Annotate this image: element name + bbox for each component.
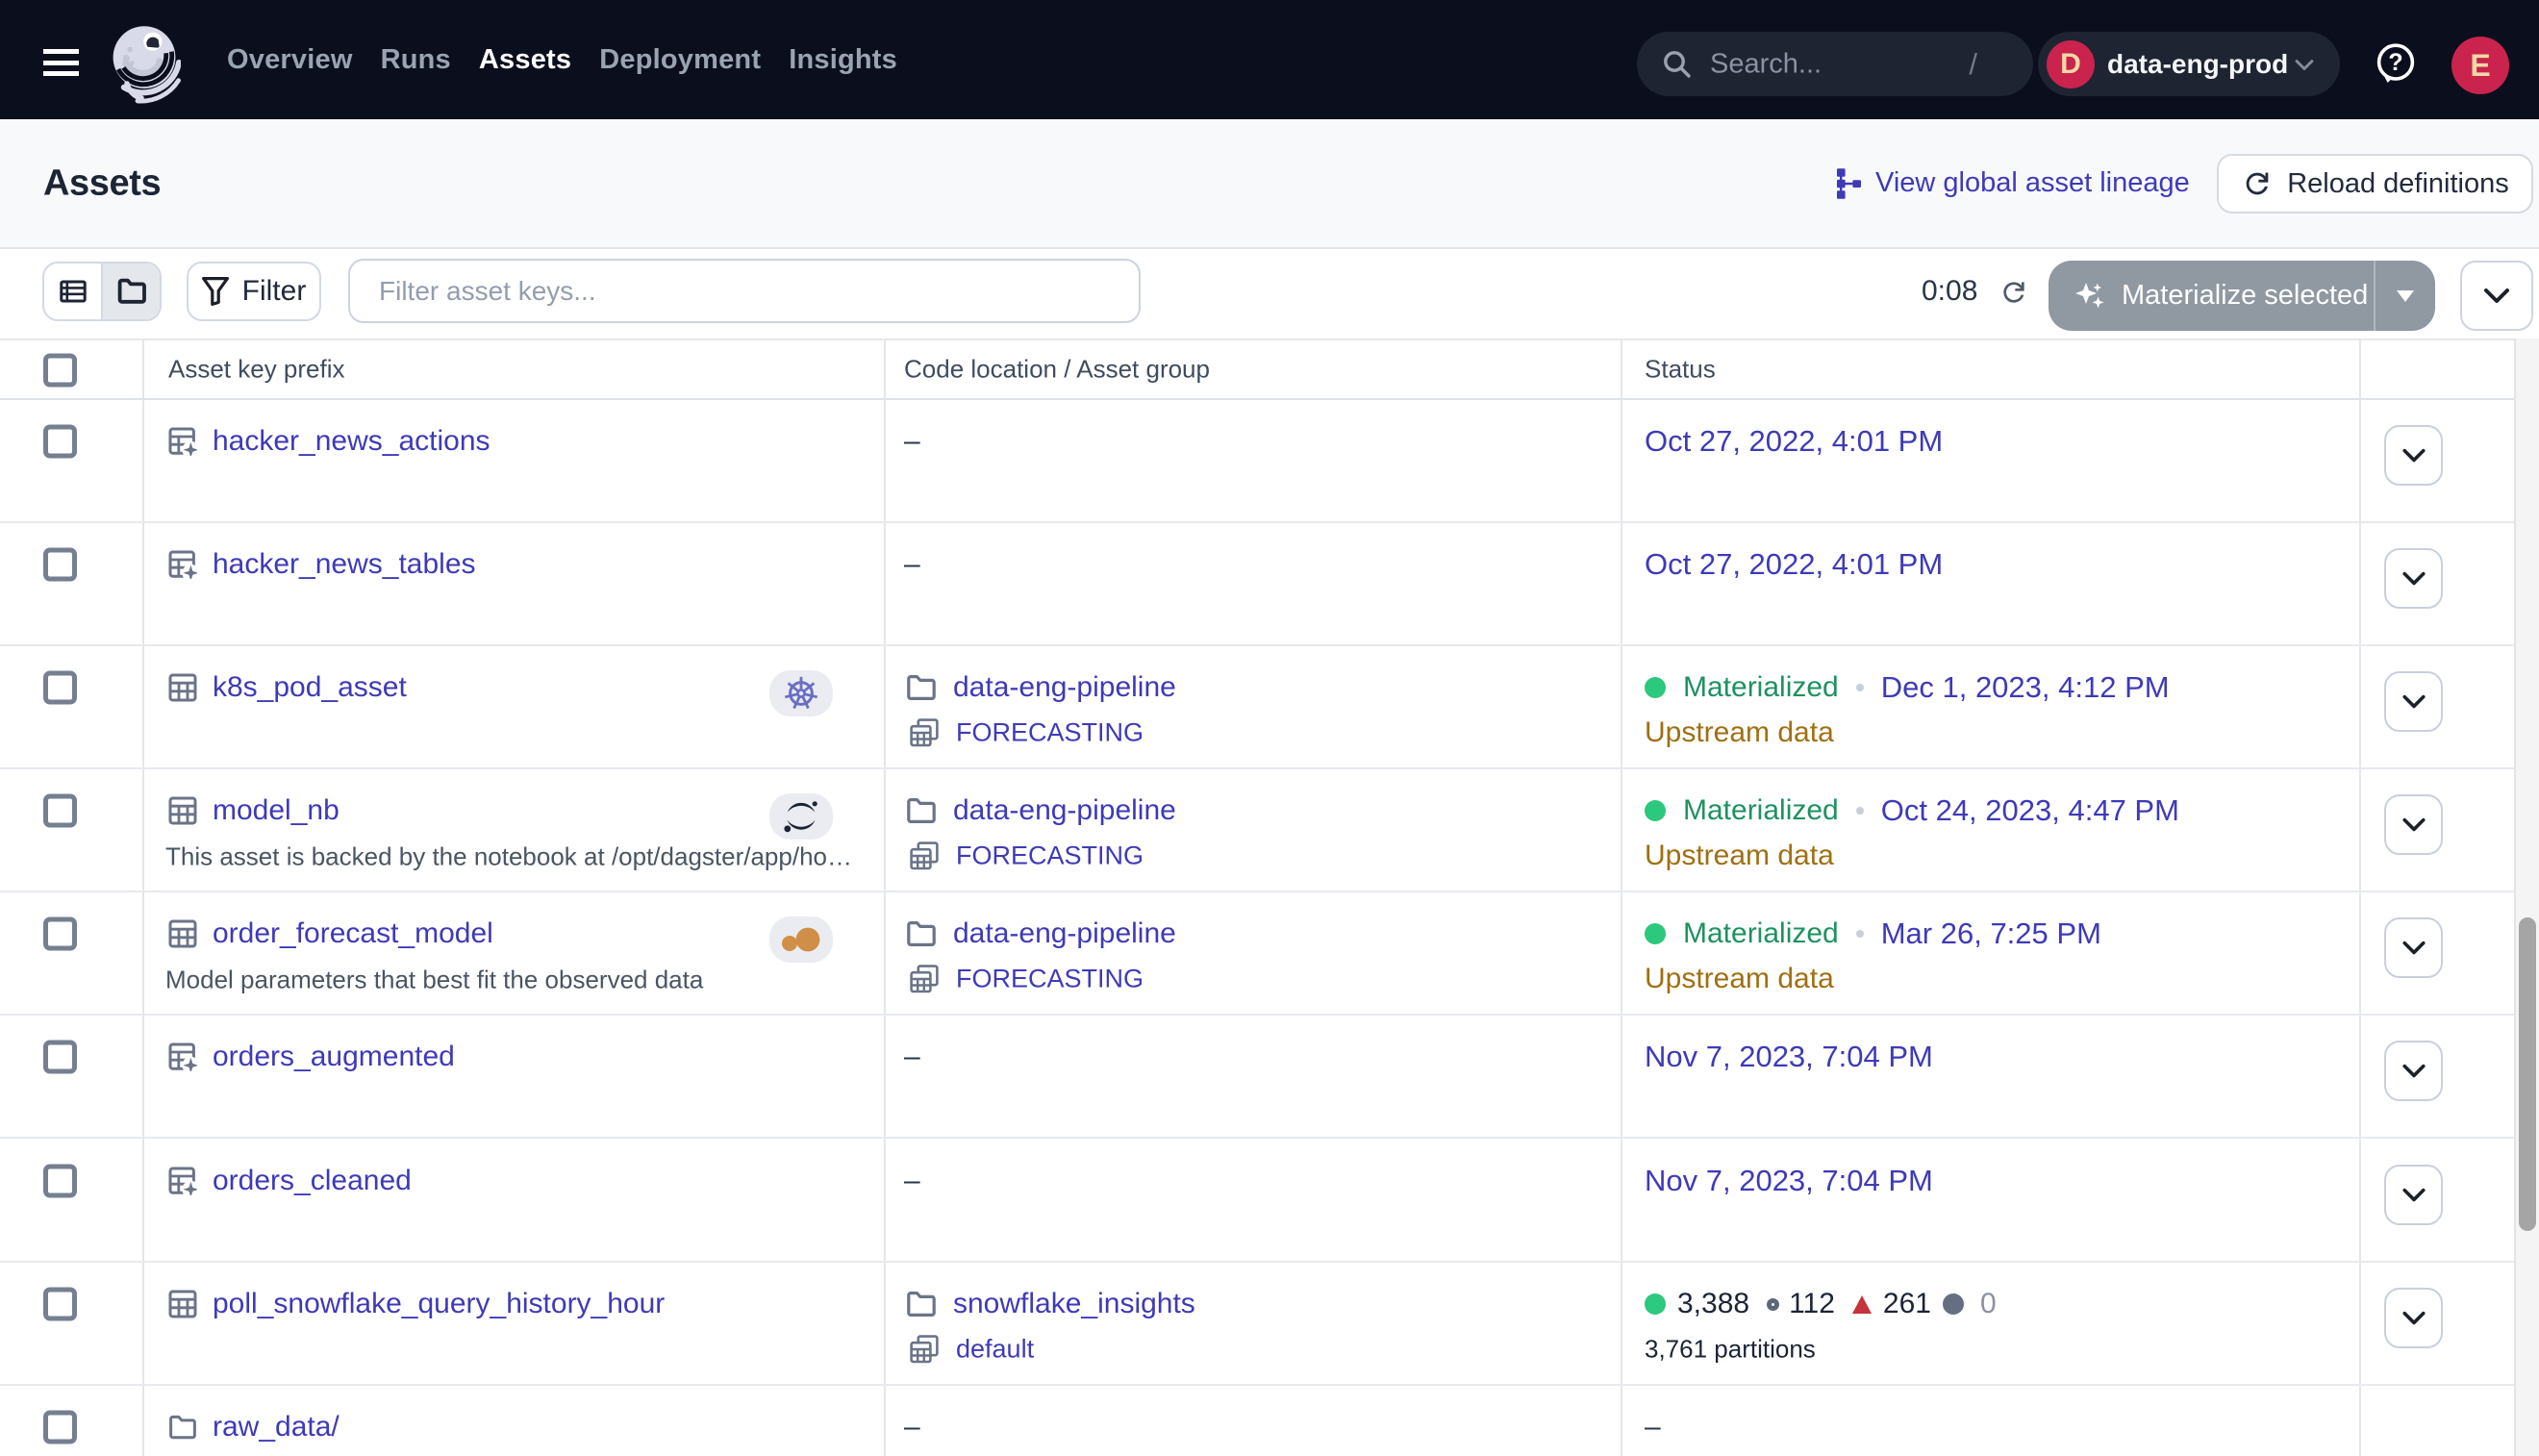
svg-text:?: ? [2388, 49, 2402, 76]
